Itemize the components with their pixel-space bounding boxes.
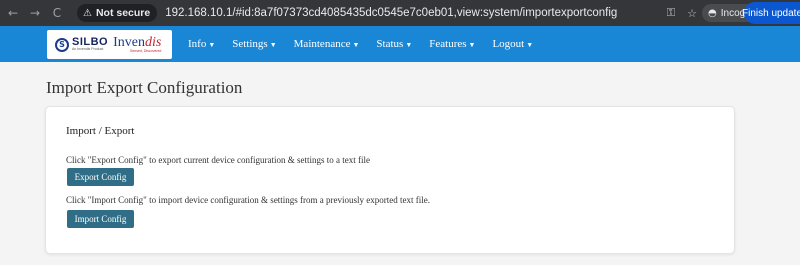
main-menu: Info ▼ Settings ▼ Maintenance ▼ Status ▼ Fea… [188,26,550,62]
caret-down-icon: ▼ [208,41,216,49]
security-chip[interactable]: ⚠ Not secure [77,4,158,22]
import-description: Click "Import Config" to import device c… [66,195,431,205]
logo-tagline: Sensed, Discovered [130,48,162,53]
menu-info[interactable]: Info ▼ [188,38,215,50]
finish-update-button[interactable]: Finish update [742,2,800,24]
export-description: Click "Export Config" to export current … [66,155,371,165]
menu-settings[interactable]: Settings ▼ [232,38,276,50]
caret-down-icon: ▼ [526,41,534,49]
caret-down-icon: ▼ [405,41,413,49]
menu-maintenance[interactable]: Maintenance ▼ [294,38,360,50]
menu-status[interactable]: Status ▼ [376,38,412,50]
url-text[interactable]: 192.168.10.1/#id:8a7f07373cd4085435dc054… [165,7,617,19]
omnibox-actions: ⚿ ☆ [667,3,697,23]
back-arrow-icon[interactable]: ← [4,0,22,26]
menu-features[interactable]: Features ▼ [429,38,475,50]
not-secure-label: Not secure [95,7,151,19]
silbo-logo-icon: S [55,37,69,52]
forward-arrow-icon[interactable]: → [26,0,44,26]
logo-invendis-text: Invendis [113,34,162,50]
page-title: Import Export Configuration [46,78,243,97]
caret-down-icon: ▼ [269,41,277,49]
incognito-icon: ◓ [708,7,717,19]
caret-down-icon: ▼ [468,41,476,49]
bookmark-star-icon[interactable]: ☆ [687,7,697,20]
import-config-button[interactable]: Import Config [67,210,134,228]
warning-icon: ⚠ [83,7,92,19]
logo-silbo-subtext: An Invendis Product [72,47,104,52]
caret-down-icon: ▼ [352,41,360,49]
password-key-icon[interactable]: ⚿ [667,6,675,20]
address-bar[interactable]: ⚠ Not secure 192.168.10.1/#id:8a7f07373c… [77,3,697,23]
menu-logout[interactable]: Logout ▼ [492,38,533,50]
brand-logo[interactable]: S SILBO An Invendis Product Invendis Sen… [47,30,172,59]
reload-icon[interactable]: C [48,0,66,26]
card-title: Import / Export [66,125,135,137]
browser-toolbar: ← → C ⚠ Not secure 192.168.10.1/#id:8a7f… [0,0,800,26]
import-export-card: Import / Export Click "Export Config" to… [45,106,735,254]
export-config-button[interactable]: Export Config [67,168,134,186]
